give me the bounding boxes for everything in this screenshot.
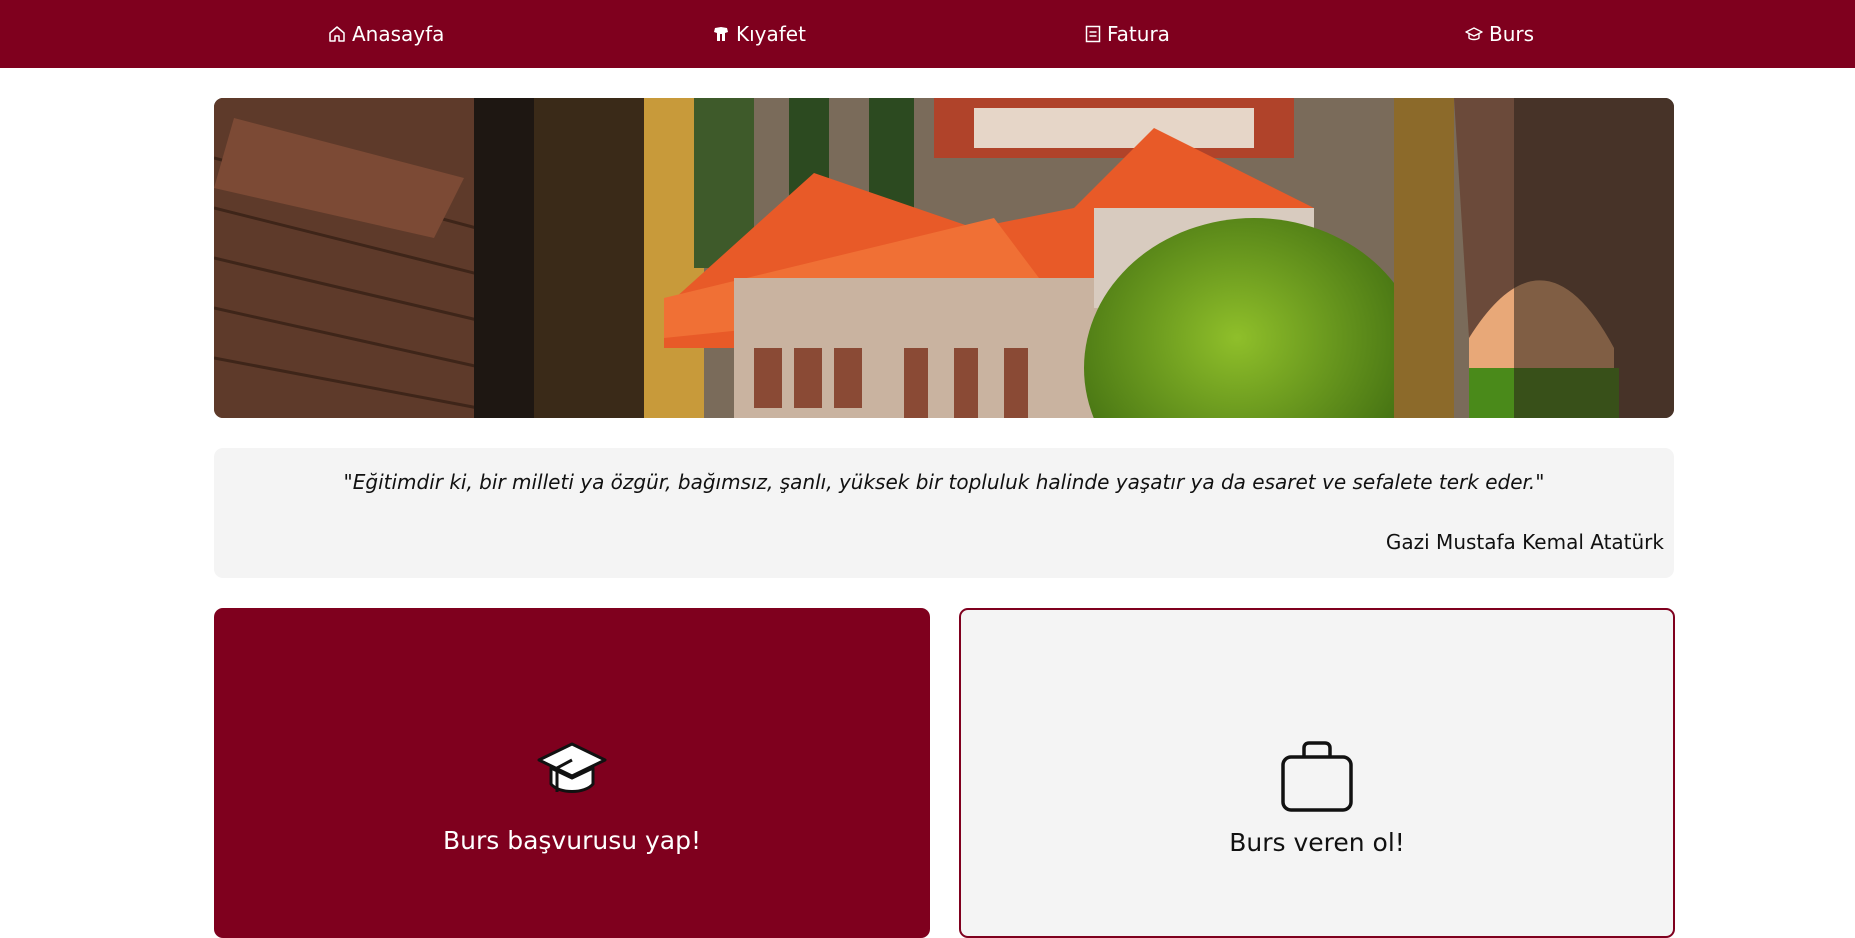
nav-item-label: Kıyafet [736,22,806,46]
quote-text: "Eğitimdir ki, bir milleti ya özgür, bağ… [343,470,1545,494]
card-label: Burs başvurusu yap! [442,826,702,855]
quote-box: "Eğitimdir ki, bir milleti ya özgür, bağ… [214,448,1674,578]
nav-item-fatura[interactable]: Fatura [1085,18,1170,50]
home-icon [328,25,346,43]
quote-author: Gazi Mustafa Kemal Atatürk [1385,530,1664,554]
briefcase-icon [1280,740,1354,818]
nav-item-burs[interactable]: Burs [1465,18,1534,50]
card-label: Burs veren ol! [1229,828,1405,857]
hero-banner-image [214,98,1674,418]
graduation-cap-icon [535,738,609,806]
nav-item-label: Fatura [1107,22,1170,46]
nav-item-anasayfa[interactable]: Anasayfa [328,18,444,50]
scholarship-apply-card[interactable]: Burs başvurusu yap! [214,608,930,938]
invoice-icon [1085,25,1101,43]
nav-item-kiyafet[interactable]: Kıyafet [712,18,806,50]
scholarship-donor-card[interactable]: Burs veren ol! [959,608,1675,938]
graduation-cap-icon [1465,25,1483,43]
hanger-icon [712,25,730,43]
nav-item-label: Burs [1489,22,1535,46]
nav-item-label: Anasayfa [352,22,445,46]
top-navbar: Anasayfa Kıyafet Fatura Burs [0,0,1855,68]
